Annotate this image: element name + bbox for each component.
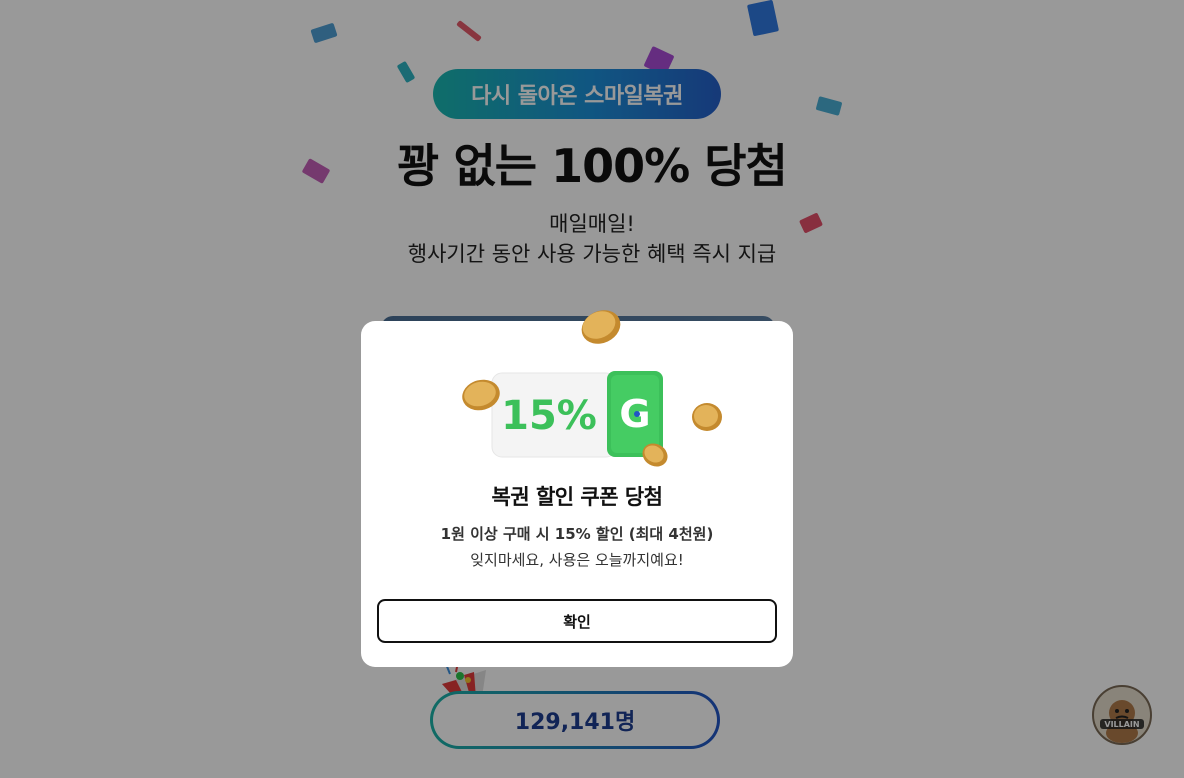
modal-description: 1원 이상 구매 시 15% 할인 (최대 4천원) <box>440 525 714 543</box>
coin-icon <box>692 403 722 431</box>
coin-icon <box>581 310 621 344</box>
coupon-illustration: 15% G <box>461 307 731 471</box>
modal-note: 잊지마세요, 사용은 오늘까지예요! <box>470 551 684 569</box>
confirm-button[interactable]: 확인 <box>377 599 777 643</box>
coupon-percent: 15% <box>501 393 597 439</box>
coupon-win-modal: 15% G 복권 할인 쿠폰 당첨 1원 이상 구매 시 15% 할인 (최대 … <box>361 310 793 667</box>
modal-title: 복권 할인 쿠폰 당첨 <box>491 485 664 509</box>
